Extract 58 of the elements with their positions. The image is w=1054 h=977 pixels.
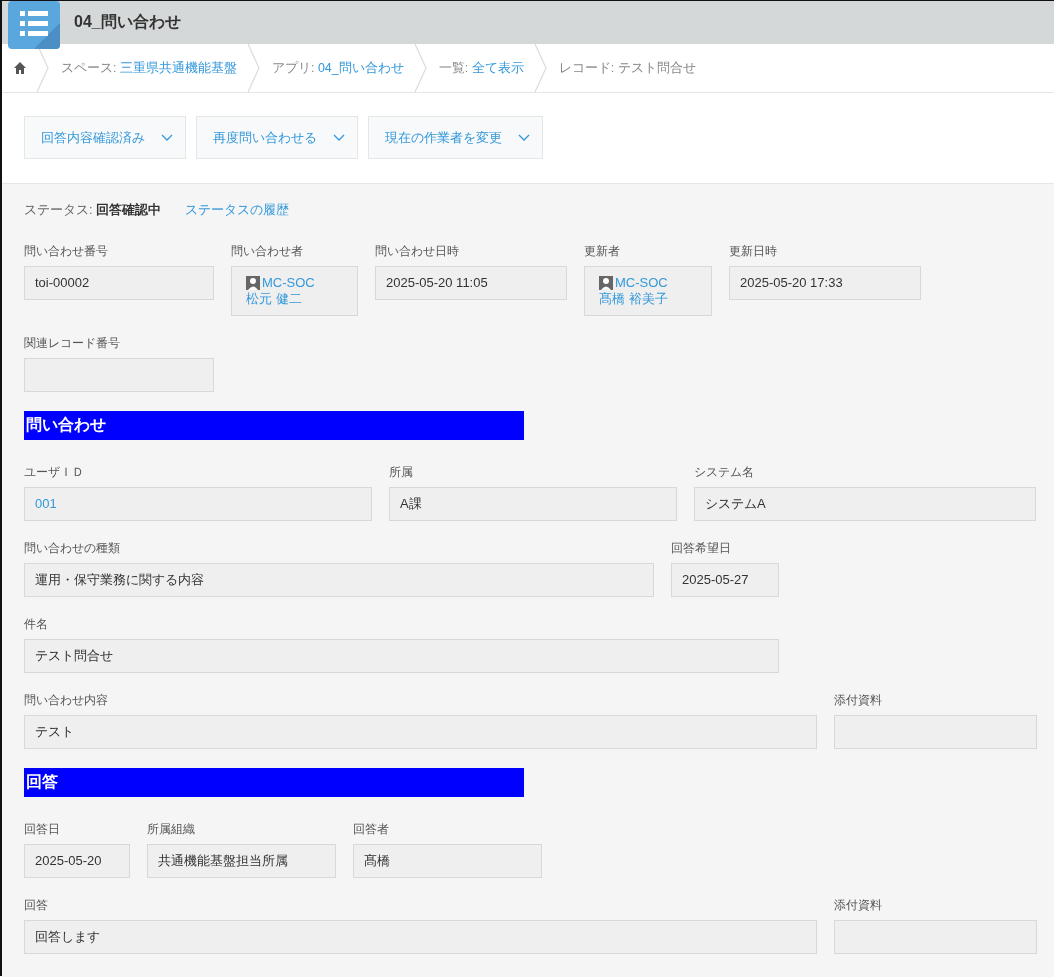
field-label: 問い合わせ日時 (375, 243, 460, 259)
field-label: 件名 (24, 616, 49, 632)
status-text: ステータス: 回答確認中 (24, 202, 161, 219)
field-label: 関連レコード番号 (24, 335, 121, 351)
field-value: 髙橋 (353, 844, 542, 878)
field-value: テスト問合せ (24, 639, 779, 673)
caret-icon (333, 133, 345, 142)
field-label: 更新者 (584, 243, 621, 259)
field-label: 問い合わせ内容 (24, 692, 109, 708)
field-label: 回答日 (24, 821, 61, 837)
breadcrumb-link[interactable]: 全て表示 (471, 59, 524, 77)
field-value: 2025-05-27 (671, 563, 779, 597)
section-header: 問い合わせ (24, 411, 524, 440)
user-icon (246, 276, 260, 290)
home-icon[interactable] (14, 62, 26, 74)
field-value: システムA (694, 487, 1036, 521)
action-button[interactable]: 現在の作業者を変更 (368, 116, 543, 159)
action-button[interactable]: 回答内容確認済み (24, 116, 186, 159)
section-header: 回答 (24, 768, 524, 797)
field-value: 回答します (24, 920, 817, 954)
breadcrumb-label: スペース: (61, 59, 118, 77)
breadcrumb-link[interactable]: 04_問い合わせ (317, 59, 404, 77)
breadcrumb-link[interactable]: 三重県共通機能基盤 (119, 59, 237, 77)
field-label: 添付資料 (834, 897, 883, 913)
caret-icon (518, 133, 530, 142)
caret-icon (161, 133, 173, 142)
field-label: 回答者 (353, 821, 390, 837)
field-value: 001 (24, 487, 372, 521)
breadcrumb-label: アプリ: (271, 59, 316, 77)
user-org-link[interactable]: MC-SOC (615, 275, 668, 291)
app-title: 04_問い合わせ (74, 12, 181, 32)
breadcrumb-current: レコード: テスト問合せ (558, 59, 696, 77)
field-label: 添付資料 (834, 692, 883, 708)
field-label: システム名 (694, 464, 755, 480)
field-label: 問い合わせの種類 (24, 540, 121, 556)
field-label: 回答希望日 (671, 540, 732, 556)
field-value: toi-00002 (24, 266, 214, 300)
status-history-link[interactable]: ステータスの履歴 (184, 202, 289, 219)
breadcrumb-label: 一覧: (438, 59, 470, 77)
action-button[interactable]: 再度問い合わせる (196, 116, 358, 159)
field-value: A課 (389, 487, 677, 521)
field-value: 2025-05-20 11:05 (375, 266, 567, 300)
user-org-link[interactable]: MC-SOC (262, 275, 315, 291)
field-label: 更新日時 (729, 243, 778, 259)
user-name-link[interactable]: 髙橋 裕美子 (599, 291, 701, 307)
user-icon (599, 276, 613, 290)
field-value: 共通機能基盤担当所属 (147, 844, 336, 878)
field-value: テスト (24, 715, 817, 749)
field-label: 問い合わせ番号 (24, 243, 109, 259)
field-value: 2025-05-20 17:33 (729, 266, 921, 300)
field-label: 所属組織 (147, 821, 196, 837)
field-value: 2025-05-20 (24, 844, 130, 878)
field-label: 所属 (389, 464, 414, 480)
field-label: ユーザＩＤ (24, 464, 85, 480)
field-value: 運用・保守業務に関する内容 (24, 563, 654, 597)
field-label: 回答 (24, 897, 49, 913)
user-name-link[interactable]: 松元 健二 (246, 291, 347, 307)
field-label: 問い合わせ者 (231, 243, 304, 259)
